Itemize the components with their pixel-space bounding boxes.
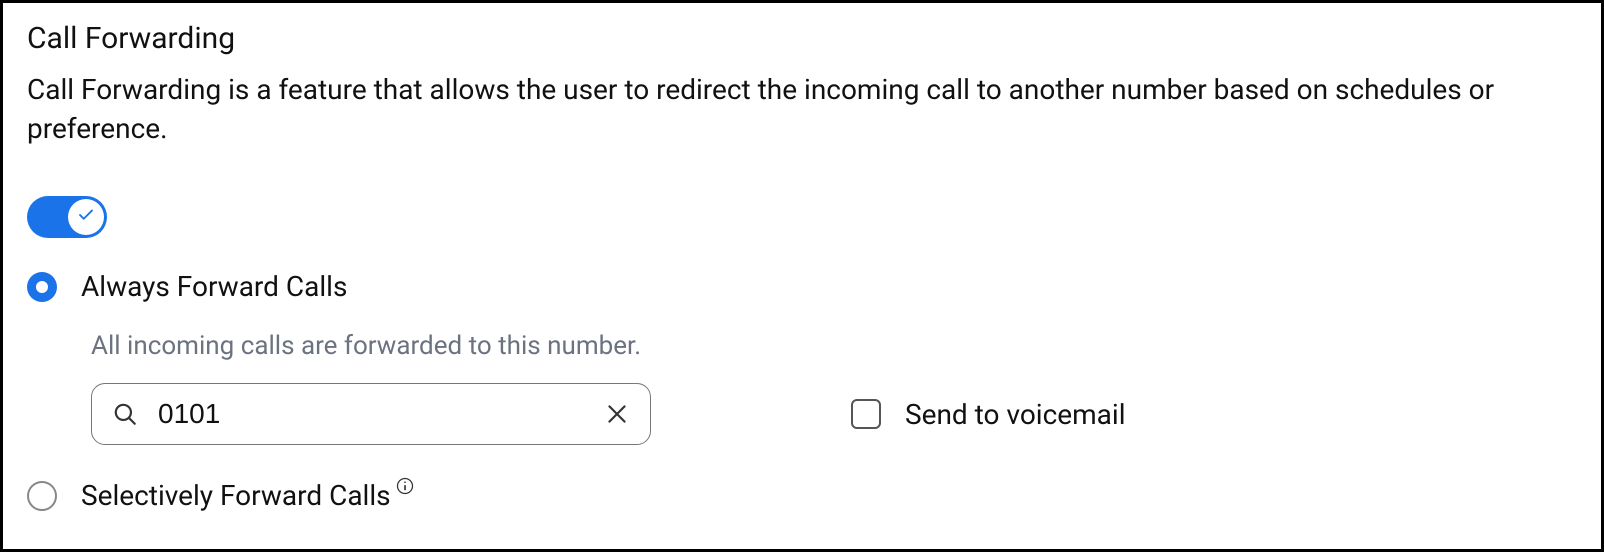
info-icon[interactable]: [395, 476, 415, 496]
radio-selectively-forward-label: Selectively Forward Calls: [81, 479, 391, 512]
toggle-knob: [68, 199, 104, 235]
clear-input-button[interactable]: [604, 401, 630, 427]
option-selectively-forward: Selectively Forward Calls: [27, 479, 1577, 512]
enable-toggle[interactable]: [27, 196, 107, 238]
radio-selectively-forward[interactable]: [27, 481, 57, 511]
radio-always-forward-label: Always Forward Calls: [81, 270, 347, 303]
send-to-voicemail-checkbox[interactable]: [851, 399, 881, 429]
forward-number-hint: All incoming calls are forwarded to this…: [91, 331, 1577, 361]
panel-title: Call Forwarding: [27, 21, 1577, 56]
forward-number-field: [91, 383, 651, 445]
call-forwarding-panel: Call Forwarding Call Forwarding is a fea…: [0, 0, 1604, 552]
radio-always-forward[interactable]: [27, 272, 57, 302]
forward-number-input[interactable]: [158, 398, 584, 430]
search-icon[interactable]: [112, 401, 138, 427]
always-forward-subblock: All incoming calls are forwarded to this…: [27, 331, 1577, 445]
send-to-voicemail-label: Send to voicemail: [905, 398, 1126, 431]
checkmark-icon: [77, 206, 95, 228]
option-always-forward: Always Forward Calls: [27, 270, 1577, 303]
panel-description: Call Forwarding is a feature that allows…: [27, 70, 1577, 148]
voicemail-group: Send to voicemail: [851, 398, 1126, 431]
